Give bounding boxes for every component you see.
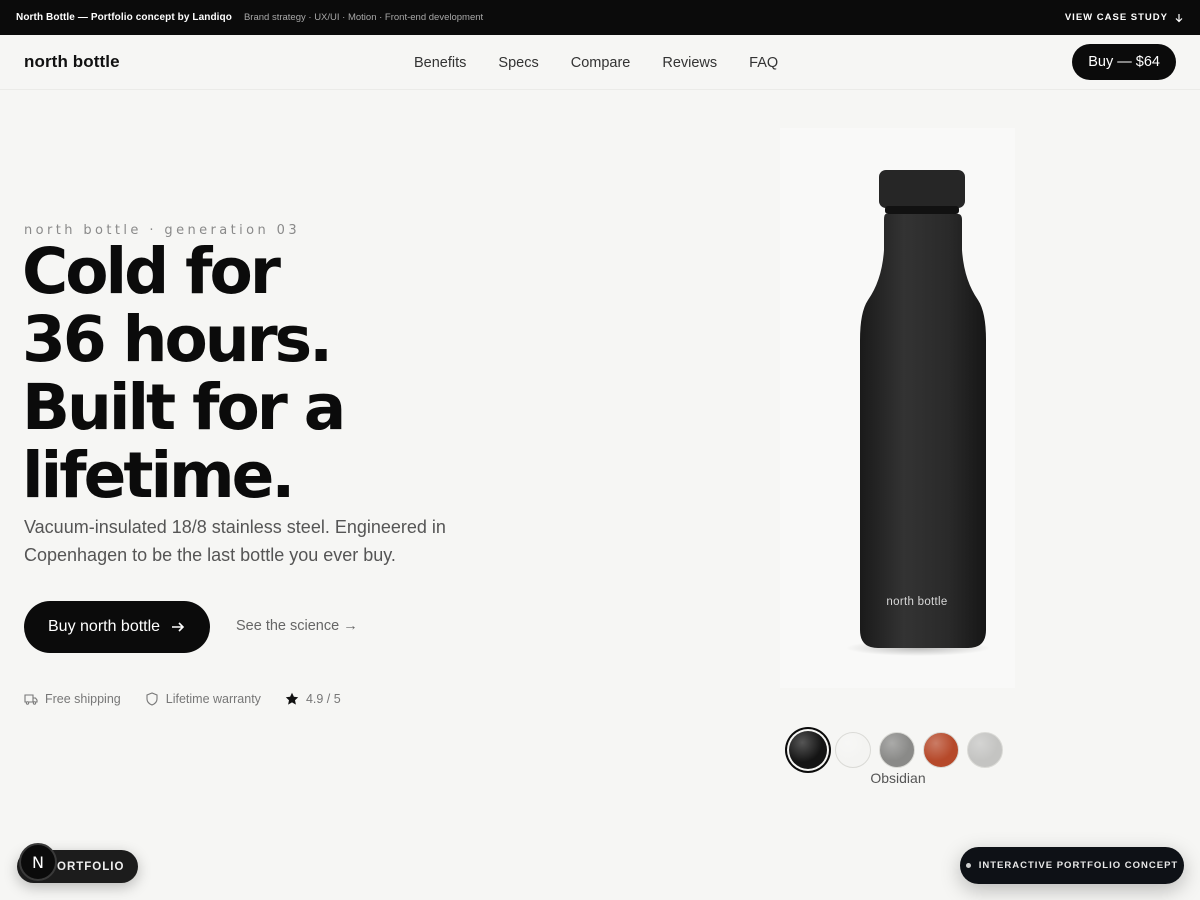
trust-badges: Free shipping Lifetime warranty 4.9 / 5 [24,692,341,706]
buy-north-bottle-button[interactable]: Buy north bottle [24,601,211,653]
hero-subtitle: Vacuum-insulated 18/8 stainless steel. E… [24,517,446,565]
bottle-label: north bottle [886,596,948,608]
status-dot-icon [965,863,971,868]
truck-icon [24,694,38,705]
swatch-grey[interactable] [879,732,915,768]
trust-free-shipping: Free shipping [24,692,121,706]
headline-line: Cold for [22,235,281,308]
brand-logo[interactable]: north bottle [24,52,120,72]
headline-line: 36 hours. [22,303,333,376]
headline-line: lifetime. [22,439,295,512]
swatch-obsidian[interactable] [789,731,827,769]
swatch-silver[interactable] [967,732,1003,768]
selected-color-label: Obsidian [870,770,926,786]
nav-link-faq[interactable]: FAQ [749,55,778,71]
banner-meta: Brand strategy · UX/UI · Motion · Front-… [243,12,484,23]
bottle-image [846,170,990,656]
portfolio-label: ORTFOLIO [57,860,125,873]
star-icon [285,692,299,705]
see-the-science-link[interactable]: See the science → [236,618,358,634]
nav-link-specs[interactable]: Specs [498,55,538,71]
nav-links: Benefits Specs Compare Reviews FAQ [414,35,778,90]
trust-label: Lifetime warranty [165,692,261,706]
swatch-white[interactable] [835,732,871,768]
buy-button-nav[interactable]: Buy — $64 [1072,44,1176,80]
cta-label: Buy north bottle [48,618,161,635]
arrow-right-icon [172,622,185,632]
banner-title: North Bottle — Portfolio concept by Land… [16,12,232,23]
hero-headline: Cold for 36 hours. Built for a lifetime. [22,238,582,510]
trust-warranty: Lifetime warranty [145,692,261,706]
main-nav: north bottle Benefits Specs Compare Revi… [0,35,1200,90]
nav-link-benefits[interactable]: Benefits [414,55,466,71]
view-case-study-label: VIEW CASE STUDY [1064,12,1168,23]
trust-label: 4.9 / 5 [305,692,341,706]
concept-label: INTERACTIVE PORTFOLIO CONCEPT [978,860,1179,871]
nav-link-reviews[interactable]: Reviews [662,55,717,71]
color-swatches [789,731,1003,769]
arrow-down-icon [1175,13,1183,22]
swatch-terracotta[interactable] [923,732,959,768]
portfolio-concept-badge: INTERACTIVE PORTFOLIO CONCEPT [960,847,1184,884]
trust-label: Free shipping [45,692,121,706]
top-banner: North Bottle — Portfolio concept by Land… [0,0,1200,35]
headline-line: Built for a [22,371,346,444]
view-case-study-link[interactable]: VIEW CASE STUDY [1065,12,1184,23]
portfolio-avatar-badge[interactable]: N [19,843,57,881]
trust-rating: 4.9 / 5 [285,692,341,706]
nav-link-compare[interactable]: Compare [571,55,631,71]
shield-icon [146,692,158,706]
